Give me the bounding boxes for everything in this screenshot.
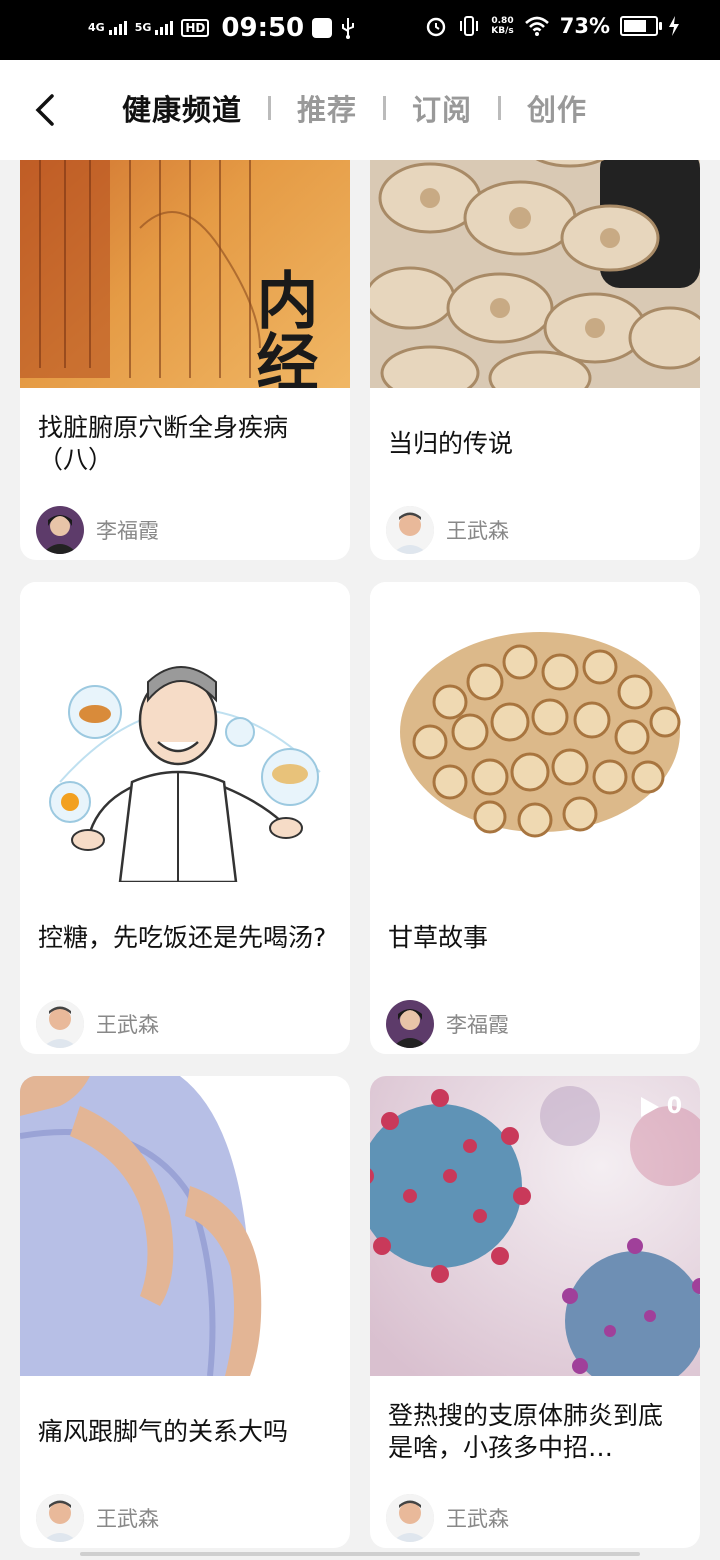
battery-fill	[624, 20, 646, 32]
article-card[interactable]: 内经 找脏腑原穴断全身疾病（八） 李福霞	[20, 160, 350, 560]
article-thumbnail-cartoon-doctor	[20, 582, 350, 882]
app-notification-icon	[312, 18, 333, 38]
horizontal-scroll-indicator	[80, 1552, 640, 1556]
author-name: 李福霞	[96, 519, 159, 543]
play-icon	[640, 1096, 659, 1117]
play-count: 0	[666, 1094, 682, 1119]
article-thumbnail-licorice-slices	[370, 582, 700, 882]
article-author: 李福霞	[386, 1000, 509, 1048]
article-title: 找脏腑原穴断全身疾病（八）	[38, 413, 289, 474]
usb-icon	[342, 18, 355, 39]
status-left: 4G 5G HD 09:50	[88, 14, 356, 42]
article-author: 李福霞	[36, 506, 159, 554]
speed-value: 0.80	[491, 16, 514, 26]
tab-divider	[498, 96, 502, 120]
article-card[interactable]: 0 登热搜的支原体肺炎到底是啥，小孩多中招… 王武森	[370, 1076, 700, 1548]
battery-percent: 73%	[559, 14, 610, 38]
author-avatar	[36, 1494, 84, 1542]
signal-4g-icon: 4G	[88, 21, 127, 35]
article-author: 王武森	[36, 1000, 159, 1048]
author-avatar	[386, 1494, 434, 1542]
tab-divider	[383, 96, 387, 120]
channel-tabs: 健康频道 推荐 订阅 创作	[122, 87, 587, 129]
charging-icon	[669, 16, 679, 36]
article-title: 痛风跟脚气的关系大吗	[38, 1417, 289, 1446]
author-name: 王武森	[96, 1013, 159, 1037]
book-cover-title: 内经	[246, 268, 319, 388]
article-card[interactable]: 甘草故事 李福霞	[370, 582, 700, 1054]
article-thumbnail-angelica-slices	[370, 160, 700, 388]
tab-create[interactable]: 创作	[527, 87, 587, 129]
wifi-icon	[524, 16, 549, 36]
tab-recommend[interactable]: 推荐	[297, 87, 357, 129]
article-thumbnail-virus: 0	[370, 1076, 700, 1376]
article-title: 甘草故事	[388, 923, 489, 952]
back-arrow-icon[interactable]	[28, 90, 68, 130]
status-right: 0.80 KB/s 73%	[425, 14, 680, 38]
author-name: 王武森	[446, 1507, 509, 1531]
article-title: 控糖，先吃饭还是先喝汤?	[38, 923, 327, 952]
top-header: 健康频道 推荐 订阅 创作	[0, 60, 720, 160]
article-card[interactable]: 当归的传说 王武森	[370, 160, 700, 560]
video-play-indicator: 0	[639, 1094, 682, 1119]
author-avatar	[386, 1000, 434, 1048]
battery-icon	[620, 16, 662, 36]
article-thumbnail-book-cover: 内经	[20, 160, 350, 388]
author-name: 王武森	[446, 519, 509, 543]
author-name: 李福霞	[446, 1013, 509, 1037]
tab-divider	[268, 96, 272, 120]
author-avatar	[36, 1000, 84, 1048]
alarm-icon	[427, 17, 446, 37]
author-avatar	[386, 506, 434, 554]
article-author: 王武森	[36, 1494, 159, 1542]
author-avatar	[36, 506, 84, 554]
article-author: 王武森	[386, 1494, 509, 1542]
article-card[interactable]: 控糖，先吃饭还是先喝汤? 王武森	[20, 582, 350, 1054]
article-author: 王武森	[386, 506, 509, 554]
vibrate-icon	[460, 16, 479, 36]
tab-health-channel[interactable]: 健康频道	[122, 87, 242, 129]
status-bar: 4G 5G HD 09:50 0.80 KB/s 73%	[0, 0, 720, 60]
network-label-1: 4G	[88, 21, 105, 34]
network-label-2: 5G	[134, 21, 152, 34]
article-feed: 内经 找脏腑原穴断全身疾病（八） 李福霞 当归的传说 王武森 控糖，先吃饭还是先…	[0, 160, 720, 1560]
network-speed: 0.80 KB/s	[491, 16, 513, 36]
tab-subscribe[interactable]: 订阅	[412, 87, 472, 129]
article-title: 登热搜的支原体肺炎到底是啥，小孩多中招…	[388, 1401, 664, 1462]
article-card[interactable]: 痛风跟脚气的关系大吗 王武森	[20, 1076, 350, 1548]
author-name: 王武森	[96, 1507, 159, 1531]
signal-5g-icon: 5G	[135, 21, 174, 35]
status-time: 09:50	[221, 13, 305, 43]
hd-voice-icon: HD	[181, 19, 210, 37]
article-title: 当归的传说	[388, 429, 514, 458]
speed-unit: KB/s	[491, 26, 514, 36]
article-thumbnail-knee	[20, 1076, 350, 1376]
